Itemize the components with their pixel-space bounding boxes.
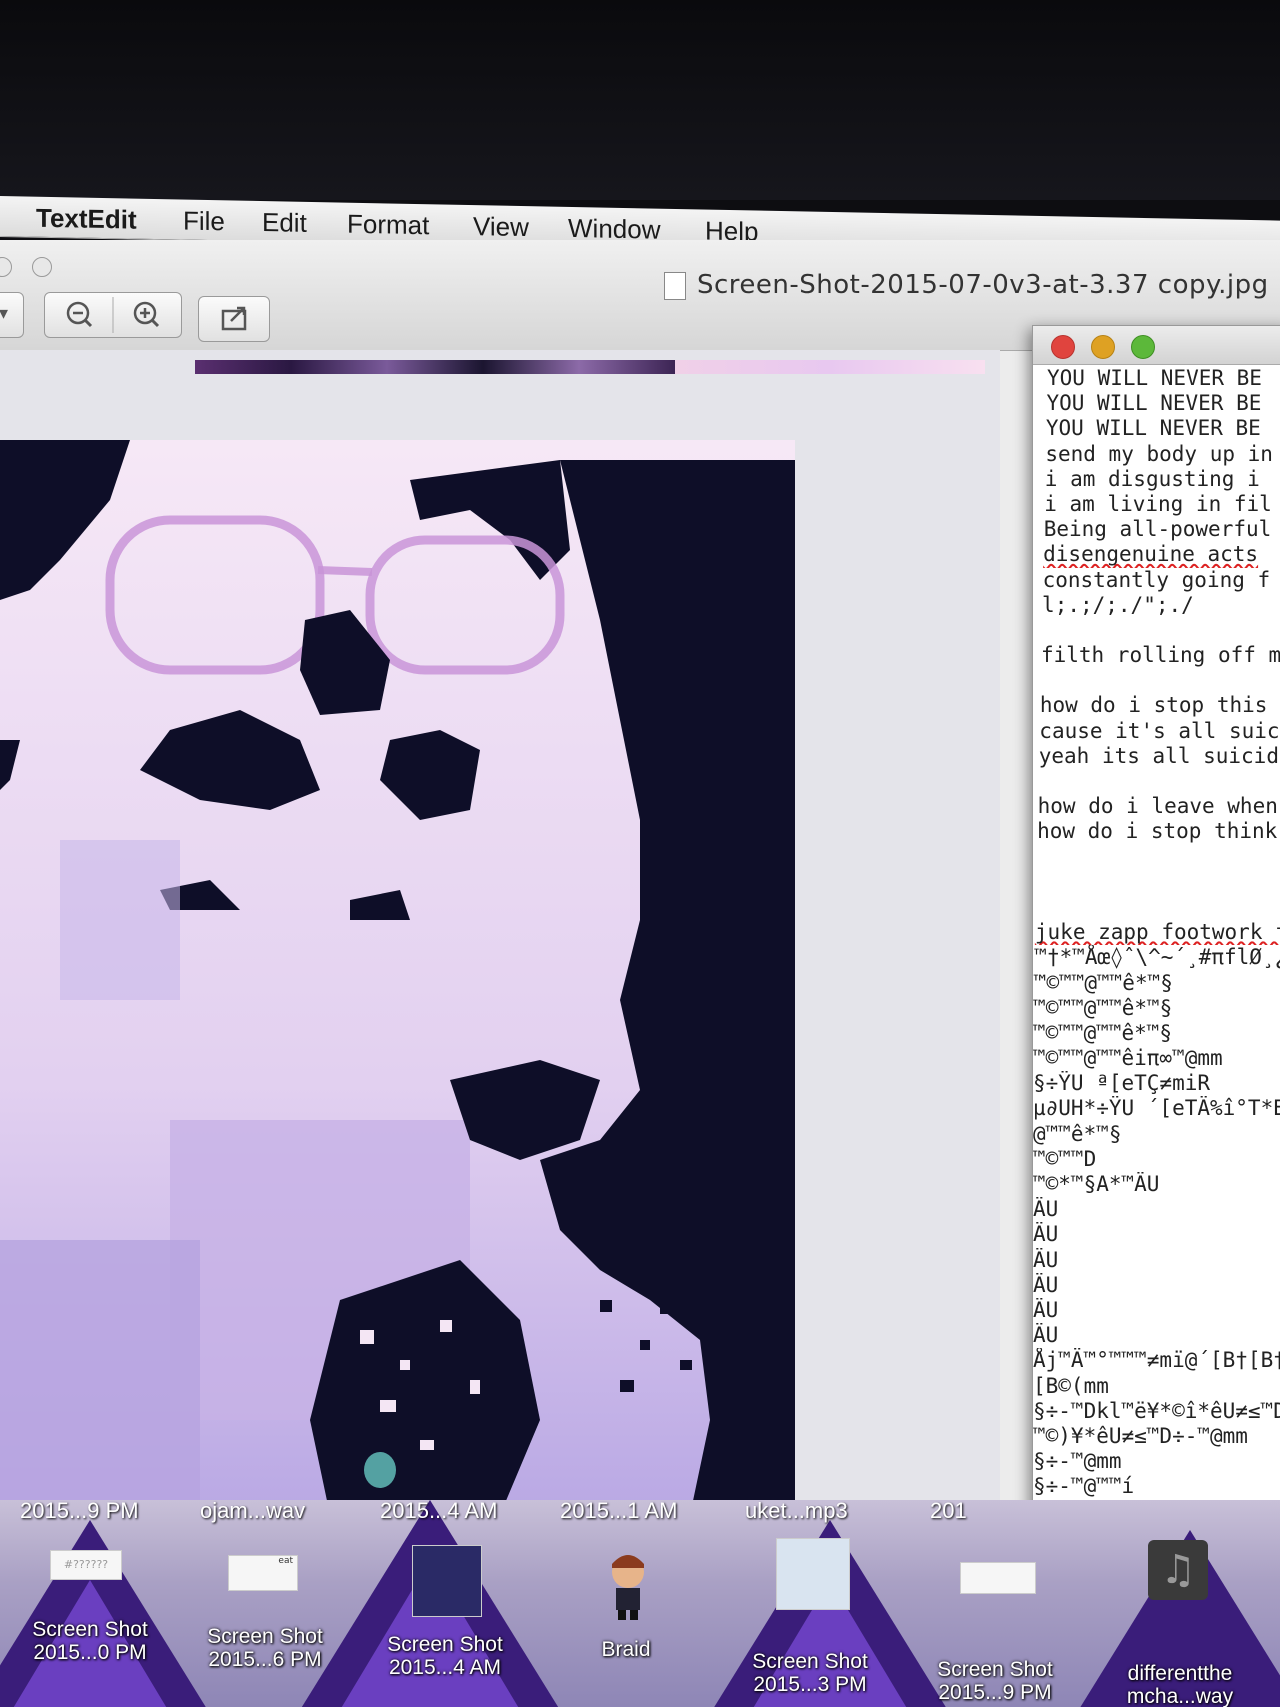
close-button[interactable] xyxy=(1051,335,1075,359)
glitch-strip-light xyxy=(675,360,985,374)
desktop-label[interactable]: uket...mp3 xyxy=(745,1500,848,1524)
braid-app-icon[interactable] xyxy=(600,1550,656,1620)
text-line: ™©™™@™™ê*™§ xyxy=(1033,995,1173,1020)
desktop-file-thumbnail[interactable] xyxy=(412,1545,482,1617)
desktop-label[interactable]: 2015...1 AM xyxy=(560,1500,677,1524)
glitched-photo xyxy=(0,440,795,1515)
text-line: ÄU xyxy=(1033,1247,1059,1272)
text-line: send my body up in xyxy=(1045,441,1273,466)
text-line: cause it's all suic xyxy=(1039,718,1280,743)
text-line xyxy=(1033,618,1280,643)
desktop-label[interactable]: 201 xyxy=(930,1500,967,1524)
share-icon xyxy=(221,306,247,331)
text-line: §÷-™Dkl™ë¥*©î*êU≠≤™D÷ xyxy=(1033,1398,1280,1423)
zoom-out-icon[interactable] xyxy=(66,301,93,328)
view-menu-button[interactable]: ▾ xyxy=(0,292,24,338)
text-line: yeah its all suicid xyxy=(1038,743,1279,768)
text-line: ™©™™@™™ê*™§ xyxy=(1033,1020,1173,1045)
text-line: [B©(mm xyxy=(1033,1373,1109,1398)
textedit-window: YOU WILL NEVER BE YOU WILL NEVER BE YOU WI… xyxy=(1032,325,1280,1557)
text-line: @™™ê*™§ xyxy=(1033,1121,1122,1146)
text-line: ™†*™Åœ◊ˆ\^~´¸#πflØ¸¿¸ xyxy=(1034,945,1280,970)
window-minimize-button[interactable] xyxy=(32,257,52,277)
text-line xyxy=(1033,895,1280,920)
text-line: how do i stop this xyxy=(1039,693,1268,718)
menu-edit[interactable]: Edit xyxy=(262,207,307,239)
window-close-button[interactable] xyxy=(0,257,12,277)
text-line: ™©™™@™™ê*™§ xyxy=(1033,970,1173,995)
glitched-portrait-image xyxy=(0,440,795,1515)
desktop-label[interactable]: 2015...9 PM xyxy=(20,1500,139,1524)
document-icon xyxy=(664,272,686,300)
text-line: §÷-™@™™í xyxy=(1033,1474,1135,1499)
zoom-button[interactable] xyxy=(1131,335,1155,359)
text-line xyxy=(1033,845,1280,870)
document-title: Screen-Shot-2015-07-0v3-at-3.37 copy.jpg xyxy=(697,270,1269,300)
text-line: ™©)¥*êU≠≤™D÷-™@mm xyxy=(1033,1423,1248,1448)
desktop-file-label[interactable]: Braid xyxy=(536,1638,716,1661)
desktop-file-label[interactable]: Screen Shot 2015...3 PM xyxy=(720,1650,900,1696)
text-line: i am disgusting i xyxy=(1044,466,1260,491)
desktop-file-label[interactable]: Screen Shot 2015...6 PM xyxy=(175,1625,355,1671)
menu-app-textedit[interactable]: TextEdit xyxy=(36,203,137,236)
textedit-titlebar[interactable] xyxy=(1033,326,1280,365)
zoom-in-icon[interactable] xyxy=(133,301,160,328)
text-line: §÷ŸU ª[eTÇ≠miR xyxy=(1033,1071,1211,1096)
text-line: ÄU xyxy=(1033,1222,1059,1247)
desktop-file-label[interactable]: Screen Shot 2015...0 PM xyxy=(0,1618,180,1664)
text-line: filth rolling off m xyxy=(1040,643,1280,668)
menu-view[interactable]: View xyxy=(473,211,529,243)
text-line: ™©™™D xyxy=(1033,1146,1097,1171)
text-line: juke zapp footwork f xyxy=(1034,920,1280,945)
text-line: how do i stop think xyxy=(1037,819,1278,844)
text-line: disengenuine acts xyxy=(1043,542,1259,567)
text-line: ÄU xyxy=(1033,1197,1059,1222)
text-line: YOU WILL NEVER BE xyxy=(1045,416,1261,441)
text-line xyxy=(1033,668,1280,693)
desktop-file-label[interactable]: Screen Shot 2015...4 AM xyxy=(355,1633,535,1679)
text-line xyxy=(1033,870,1280,895)
text-line: constantly going f xyxy=(1042,567,1271,592)
desktop-file-thumbnail[interactable] xyxy=(776,1538,850,1610)
text-line: ÄU xyxy=(1033,1272,1059,1297)
desktop-file-thumbnail[interactable] xyxy=(960,1562,1036,1594)
text-line: Being all-powerful xyxy=(1043,517,1272,542)
menu-format[interactable]: Format xyxy=(347,209,429,242)
text-line: how do i leave when xyxy=(1037,794,1278,819)
desktop-file-label[interactable]: differentthe mcha...way xyxy=(1090,1662,1270,1707)
text-line: µ∂UH*÷ŸU ´[eTÄ%î°T*B xyxy=(1033,1096,1280,1121)
text-line: ÄU xyxy=(1033,1297,1059,1322)
text-line: ÄU xyxy=(1033,1323,1059,1348)
music-file-icon[interactable]: ♫ xyxy=(1148,1540,1208,1600)
desktop: 2015...9 PM ojam...wav 2015...4 AM 2015.… xyxy=(0,1500,1280,1707)
text-line: ™©*™§A*™ÄU xyxy=(1033,1172,1160,1196)
desktop-label[interactable]: 2015...4 AM xyxy=(380,1500,497,1524)
minimize-button[interactable] xyxy=(1091,335,1115,359)
desktop-file-thumbnail[interactable]: eat xyxy=(228,1555,298,1591)
menu-file[interactable]: File xyxy=(183,206,225,238)
text-line: YOU WILL NEVER BE xyxy=(1046,391,1262,416)
share-button[interactable] xyxy=(198,296,270,342)
text-line: YOU WILL NEVER BE xyxy=(1047,366,1262,390)
text-line: §÷-™@mm xyxy=(1033,1449,1122,1474)
glitch-strip xyxy=(195,360,675,374)
text-line: ™©™™@™™êiπ∞™@mm xyxy=(1033,1046,1223,1071)
desktop-file-thumbnail[interactable]: #?????? xyxy=(50,1550,122,1580)
text-line: i am living in fil xyxy=(1044,491,1272,516)
monitor-bezel xyxy=(0,0,1280,200)
zoom-control xyxy=(44,292,182,338)
text-line: Åj™Ä™°™™™≠mï@´[B†[B† xyxy=(1033,1348,1280,1373)
desktop-label[interactable]: ojam...wav xyxy=(200,1500,305,1524)
textedit-content[interactable]: YOU WILL NEVER BE YOU WILL NEVER BE YOU WI… xyxy=(1033,366,1280,1550)
text-line: l;.;/;./";./ xyxy=(1042,592,1194,617)
desktop-file-label[interactable]: Screen Shot 2015...9 PM xyxy=(905,1658,1085,1704)
text-line xyxy=(1033,769,1280,794)
